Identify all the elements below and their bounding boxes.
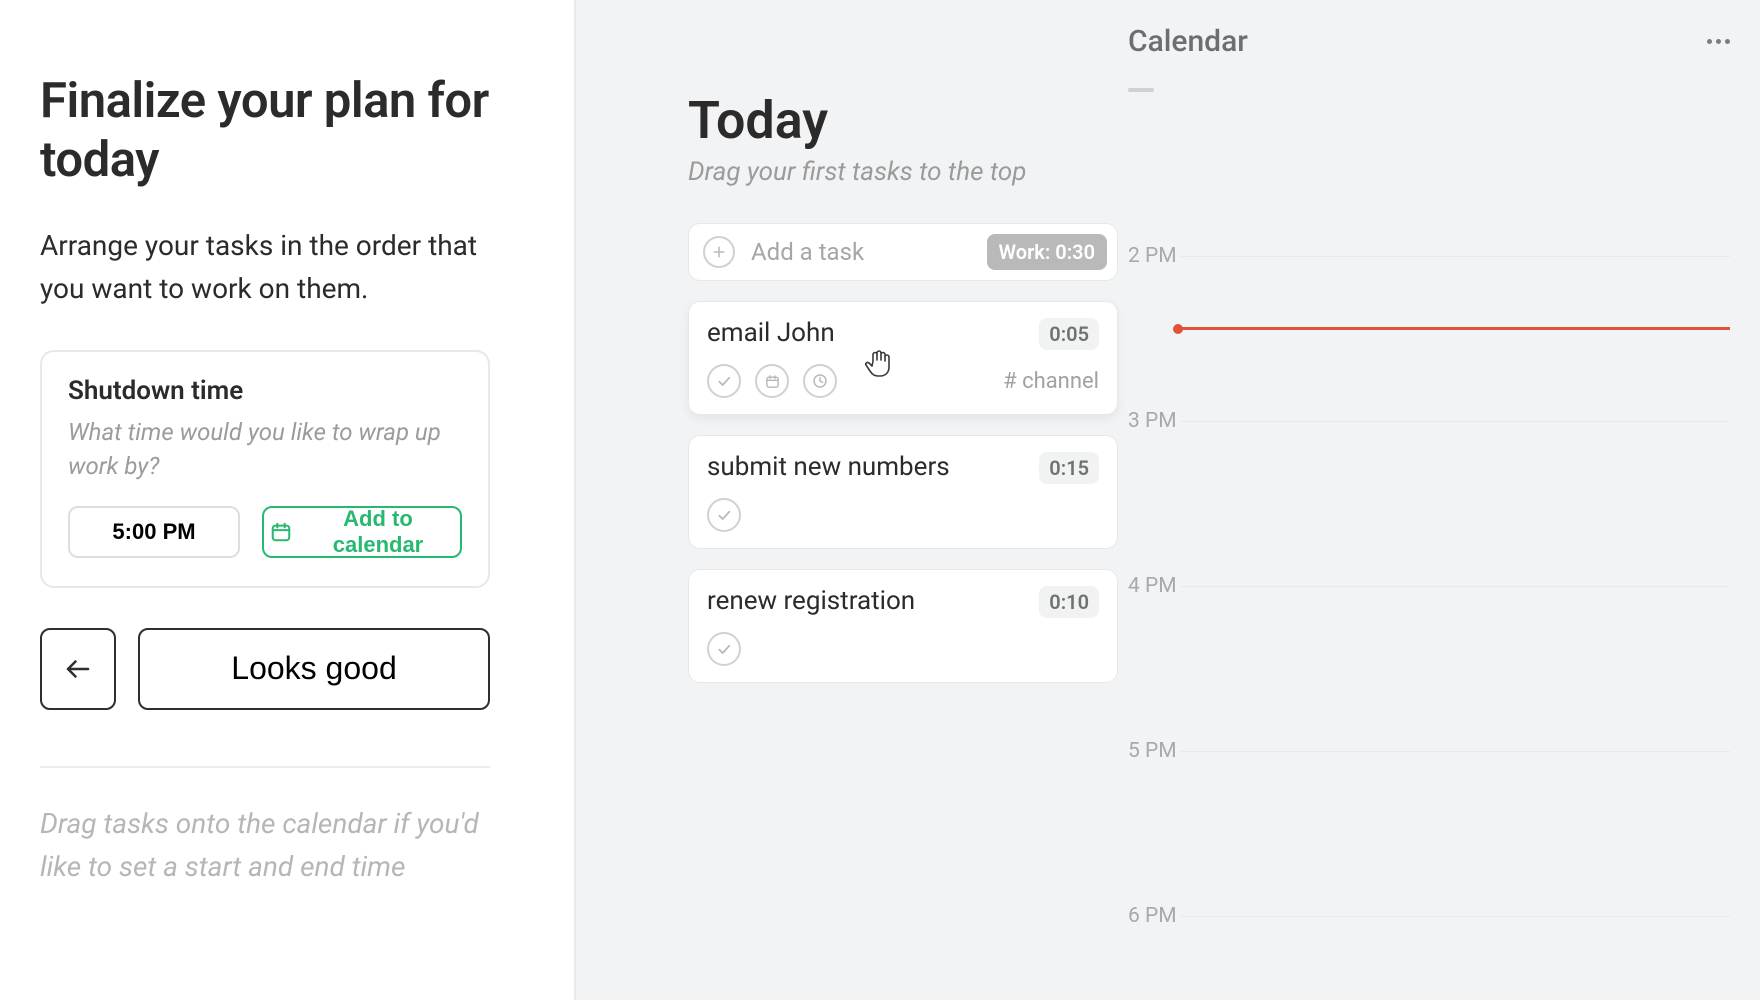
task-title: submit new numbers [707,452,950,483]
current-time-indicator [1180,327,1730,330]
collapse-handle-icon[interactable] [1128,88,1154,92]
shutdown-card: Shutdown time What time would you like t… [40,350,490,587]
task-title: email John [707,318,835,349]
hour-label: 5 PM [1128,739,1177,763]
hour-line [1180,916,1730,917]
task-duration-chip: 0:10 [1039,586,1099,618]
task-title: renew registration [707,586,915,617]
hour-label: 2 PM [1128,244,1177,268]
more-horizontal-icon [1716,39,1721,44]
calendar-drag-hint: Drag tasks onto the calendar if you'd li… [40,802,500,889]
calendar-more-menu[interactable] [1707,39,1730,44]
add-task-placeholder: Add a task [751,238,864,266]
page-title: Finalize your plan for today [40,72,526,190]
onboarding-left-panel: Finalize your plan for today Arrange you… [0,0,576,1000]
hour-label: 4 PM [1128,574,1177,598]
calendar-icon [270,521,292,543]
hour-label: 3 PM [1128,409,1177,433]
task-timer-button[interactable] [803,364,837,398]
back-button[interactable] [40,628,116,710]
shutdown-title: Shutdown time [68,376,462,406]
add-task-input[interactable]: Add a task Work: 0:30 [688,223,1118,281]
calendar-title: Calendar [1128,24,1248,59]
shutdown-time-input[interactable]: 5:00 PM [68,506,240,558]
more-horizontal-icon [1707,39,1712,44]
page-lede: Arrange your tasks in the order that you… [40,224,500,311]
task-complete-toggle[interactable] [707,498,741,532]
add-to-calendar-button[interactable]: Add to calendar [262,506,462,558]
tasks-subtitle: Drag your first tasks to the top [688,157,1118,187]
task-schedule-button[interactable] [755,364,789,398]
calendar-grid[interactable]: 2 PM 3 PM 4 PM 5 PM 6 PM [1128,110,1730,1000]
task-complete-toggle[interactable] [707,632,741,666]
hour-line [1180,751,1730,752]
task-card[interactable]: email John 0:05 # channel [688,301,1118,415]
shutdown-subtitle: What time would you like to wrap up work… [68,416,462,483]
task-duration-chip: 0:05 [1039,318,1099,350]
add-to-calendar-label: Add to calendar [302,506,454,558]
hour-line [1180,421,1730,422]
divider [40,766,490,768]
task-duration-chip: 0:15 [1039,452,1099,484]
tasks-column: Today Drag your first tasks to the top A… [576,0,1118,1000]
task-channel: # channel [1003,369,1099,394]
work-total-pill: Work: 0:30 [987,234,1107,270]
task-card[interactable]: submit new numbers 0:15 [688,435,1118,549]
hour-line [1180,586,1730,587]
task-card[interactable]: renew registration 0:10 [688,569,1118,683]
hour-line [1180,256,1730,257]
arrow-left-icon [63,654,93,684]
plus-circle-icon [703,236,735,268]
task-complete-toggle[interactable] [707,364,741,398]
right-area: Today Drag your first tasks to the top A… [576,0,1760,1000]
looks-good-button[interactable]: Looks good [138,628,490,710]
tasks-title: Today [688,90,1118,151]
calendar-column: Calendar 2 PM 3 PM 4 PM 5 PM 6 PM [1118,0,1760,1000]
hour-label: 6 PM [1128,904,1177,928]
more-horizontal-icon [1725,39,1730,44]
